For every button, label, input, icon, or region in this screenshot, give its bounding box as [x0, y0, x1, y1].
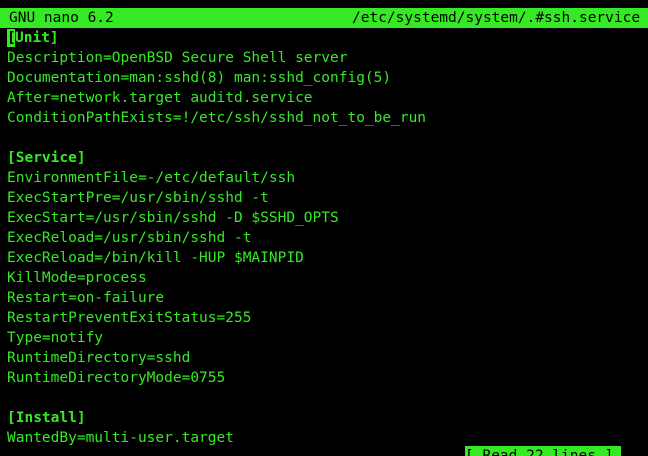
editor-line[interactable]: WantedBy=multi-user.target	[7, 428, 648, 448]
terminal-window[interactable]: GNU nano 6.2 /etc/systemd/system/.#ssh.s…	[0, 0, 648, 456]
editor-line[interactable]: Documentation=man:sshd(8) man:sshd_confi…	[7, 68, 648, 88]
editor-line[interactable]: Description=OpenBSD Secure Shell server	[7, 48, 648, 68]
editor-line[interactable]: KillMode=process	[7, 268, 648, 288]
text-cursor: [	[7, 29, 16, 47]
editor-line[interactable]: Type=notify	[7, 328, 648, 348]
editor-line[interactable]: [Unit]	[7, 28, 648, 48]
editor-line[interactable]: RestartPreventExitStatus=255	[7, 308, 648, 328]
editor-line[interactable]: ExecStartPre=/usr/sbin/sshd -t	[7, 188, 648, 208]
editor-line[interactable]: ExecStart=/usr/sbin/sshd -D $SSHD_OPTS	[7, 208, 648, 228]
editor-line[interactable]	[7, 128, 648, 148]
editor-line[interactable]: After=network.target auditd.service	[7, 88, 648, 108]
editor-line[interactable]: EnvironmentFile=-/etc/default/ssh	[7, 168, 648, 188]
file-path: /etc/systemd/system/.#ssh.service	[352, 10, 641, 26]
editor-line[interactable]: ExecReload=/bin/kill -HUP $MAINPID	[7, 248, 648, 268]
editor-line[interactable]: Restart=on-failure	[7, 288, 648, 308]
editor-line[interactable]: RuntimeDirectoryMode=0755	[7, 368, 648, 388]
editor-line[interactable]: ExecReload=/usr/sbin/sshd -t	[7, 228, 648, 248]
editor-line[interactable]: ConditionPathExists=!/etc/ssh/sshd_not_t…	[7, 108, 648, 128]
editor-line[interactable]: [Install]	[7, 408, 648, 428]
nano-title-bar: GNU nano 6.2 /etc/systemd/system/.#ssh.s…	[0, 8, 648, 28]
editor-text-area[interactable]: [Unit] Description=OpenBSD Secure Shell …	[7, 28, 648, 448]
editor-line[interactable]: RuntimeDirectory=sshd	[7, 348, 648, 368]
editor-line[interactable]	[7, 388, 648, 408]
editor-line[interactable]: [Service]	[7, 148, 648, 168]
app-name: GNU nano 6.2	[9, 10, 114, 26]
status-message: [ Read 22 lines ]	[465, 446, 621, 456]
line-text: Unit]	[15, 30, 59, 46]
